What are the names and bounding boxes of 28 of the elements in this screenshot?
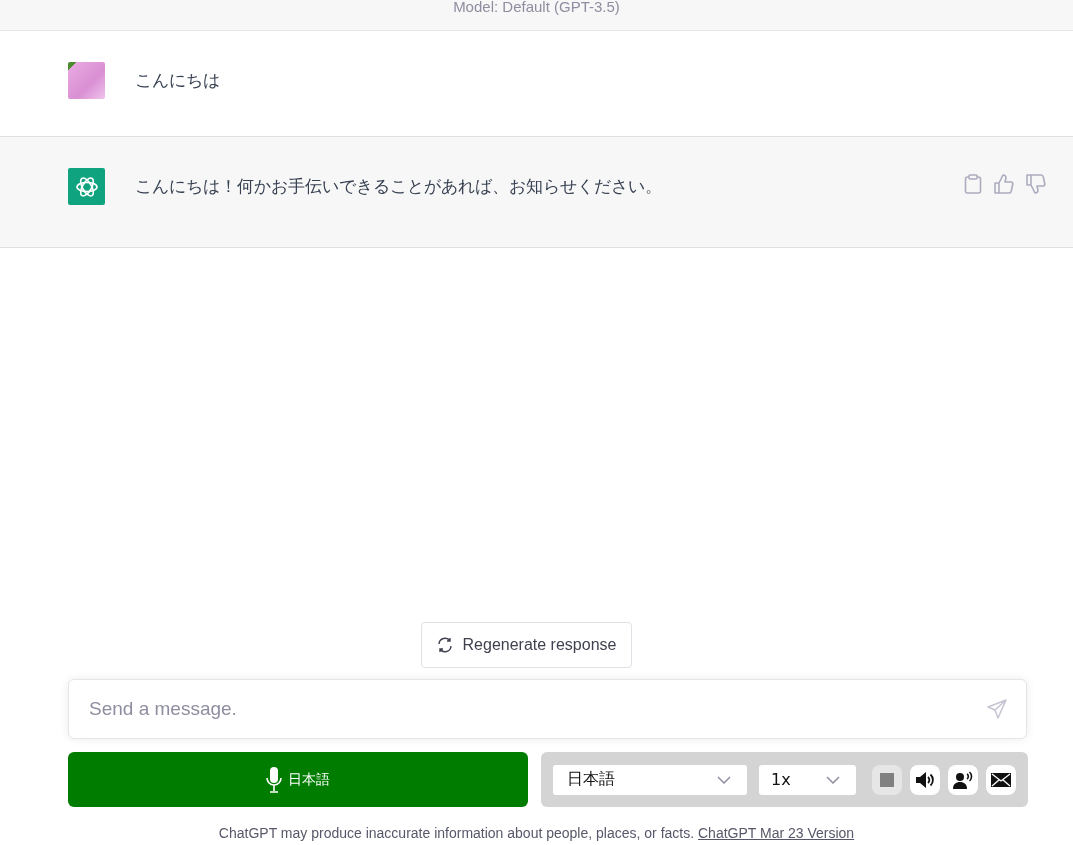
language-select[interactable]: 日本語	[553, 764, 747, 795]
message-text: こんにちは	[135, 70, 221, 92]
knot-logo-icon	[74, 174, 99, 199]
chevron-down-icon	[826, 775, 840, 784]
model-title: Model: Default (GPT-3.5)	[453, 0, 620, 14]
clipboard-icon[interactable]	[964, 174, 982, 194]
refresh-icon	[436, 637, 453, 653]
mail-button[interactable]	[986, 764, 1016, 795]
chevron-down-icon	[717, 775, 731, 784]
envelope-icon	[991, 772, 1011, 787]
thumbs-up-icon[interactable]	[994, 174, 1014, 194]
regenerate-button[interactable]: Regenerate response	[420, 622, 633, 668]
voice-input-button[interactable]: 日本語	[68, 752, 528, 807]
message-input-field[interactable]: Send a message.	[68, 679, 1027, 739]
speaker-icon	[915, 770, 935, 789]
speaking-person-icon	[953, 770, 973, 789]
microphone-icon	[266, 766, 282, 793]
version-link[interactable]: ChatGPT Mar 23 Version	[698, 825, 855, 841]
send-icon[interactable]	[987, 699, 1007, 719]
speed-select[interactable]: 1x	[759, 764, 856, 795]
stop-icon	[880, 772, 894, 787]
speaker-button[interactable]	[910, 764, 940, 795]
message-text: こんにちは！何かお手伝いできることがあれば、お知らせください。	[135, 176, 663, 198]
stop-button[interactable]	[872, 764, 902, 795]
thumbs-down-icon[interactable]	[1026, 174, 1046, 194]
voice-button[interactable]	[948, 764, 978, 795]
avatar-photo-placeholder	[68, 62, 105, 99]
disclaimer-text: ChatGPT may produce inaccurate information about people, places, or facts. ChatGPT Mar 23 Version	[218, 825, 855, 841]
